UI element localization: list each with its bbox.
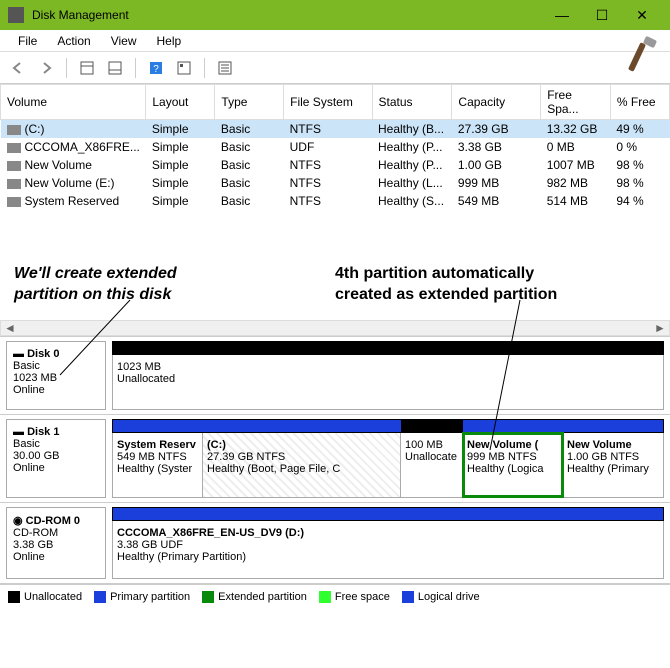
- forward-button[interactable]: [34, 56, 58, 80]
- disk-1-unallocated[interactable]: 100 MB Unallocate: [401, 433, 463, 497]
- disk-0-header[interactable]: ▬ Disk 0 Basic 1023 MB Online: [6, 341, 106, 410]
- annotation-right: 4th partition automatically created as e…: [335, 264, 557, 306]
- cdrom-volume[interactable]: CCCOMA_X86FRE_EN-US_DV9 (D:) 3.38 GB UDF…: [113, 521, 663, 578]
- volume-icon: [7, 179, 21, 189]
- menu-view[interactable]: View: [101, 32, 147, 50]
- disk-1-c-drive[interactable]: (C:) 27.39 GB NTFS Healthy (Boot, Page F…: [203, 433, 401, 497]
- view-top-button[interactable]: [75, 56, 99, 80]
- disk-1-new-volume[interactable]: New Volume 1.00 GB NTFS Healthy (Primary: [563, 433, 663, 497]
- volume-icon: [7, 197, 21, 207]
- disk-0-unallocated[interactable]: 1023 MB Unallocated: [113, 355, 663, 409]
- legend-extended-swatch: [202, 591, 214, 603]
- view-bottom-button[interactable]: [103, 56, 127, 80]
- scroll-left-icon[interactable]: ◄: [3, 321, 17, 335]
- col-status[interactable]: Status: [372, 85, 452, 120]
- app-icon: [8, 7, 24, 23]
- col-pct[interactable]: % Free: [610, 85, 669, 120]
- menubar: File Action View Help: [0, 30, 670, 52]
- table-row[interactable]: System ReservedSimpleBasicNTFSHealthy (S…: [1, 192, 670, 210]
- disk-1-header[interactable]: ▬ Disk 1 Basic 30.00 GB Online: [6, 419, 106, 498]
- cdrom-header[interactable]: ◉ CD-ROM 0 CD-ROM 3.38 GB Online: [6, 507, 106, 579]
- legend-free-swatch: [319, 591, 331, 603]
- back-button[interactable]: [6, 56, 30, 80]
- annotation-area: We'll create extended partition on this …: [0, 210, 670, 320]
- volume-table[interactable]: Volume Layout Type File System Status Ca…: [0, 84, 670, 210]
- table-header-row[interactable]: Volume Layout Type File System Status Ca…: [1, 85, 670, 120]
- volume-icon: [7, 125, 21, 135]
- minimize-button[interactable]: —: [542, 0, 582, 30]
- toolbar: ?: [0, 52, 670, 84]
- list-button[interactable]: [213, 56, 237, 80]
- disk-1-new-volume-e[interactable]: New Volume ( 999 MB NTFS Healthy (Logica: [463, 433, 563, 497]
- table-row[interactable]: (C:)SimpleBasicNTFSHealthy (B...27.39 GB…: [1, 120, 670, 139]
- titlebar: Disk Management — ☐ ✕: [0, 0, 670, 30]
- volume-icon: [7, 143, 21, 153]
- volume-icon: [7, 161, 21, 171]
- disk-1-pane[interactable]: ▬ Disk 1 Basic 30.00 GB Online System Re…: [0, 414, 670, 502]
- window-title: Disk Management: [32, 8, 542, 22]
- col-free[interactable]: Free Spa...: [541, 85, 611, 120]
- disk-icon: ▬: [13, 348, 27, 360]
- cdrom-icon: ◉: [13, 515, 26, 527]
- disk-0-pane[interactable]: ▬ Disk 0 Basic 1023 MB Online 1023 MB Un…: [0, 336, 670, 414]
- annotation-left: We'll create extended partition on this …: [14, 264, 177, 306]
- scroll-right-icon[interactable]: ►: [653, 321, 667, 335]
- h-scrollbar[interactable]: ◄ ►: [0, 320, 670, 336]
- menu-help[interactable]: Help: [147, 32, 192, 50]
- legend-primary-swatch: [94, 591, 106, 603]
- hammer-icon: [614, 34, 662, 82]
- cdrom-pane[interactable]: ◉ CD-ROM 0 CD-ROM 3.38 GB Online CCCOMA_…: [0, 502, 670, 584]
- table-row[interactable]: CCCOMA_X86FRE...SimpleBasicUDFHealthy (P…: [1, 138, 670, 156]
- col-capacity[interactable]: Capacity: [452, 85, 541, 120]
- maximize-button[interactable]: ☐: [582, 0, 622, 30]
- disk-icon: ▬: [13, 426, 27, 438]
- menu-action[interactable]: Action: [47, 32, 100, 50]
- col-fs[interactable]: File System: [284, 85, 372, 120]
- legend-unallocated-swatch: [8, 591, 20, 603]
- col-type[interactable]: Type: [215, 85, 284, 120]
- legend: Unallocated Primary partition Extended p…: [0, 584, 670, 609]
- table-row[interactable]: New VolumeSimpleBasicNTFSHealthy (P...1.…: [1, 156, 670, 174]
- col-volume[interactable]: Volume: [1, 85, 146, 120]
- close-button[interactable]: ✕: [622, 0, 662, 30]
- col-layout[interactable]: Layout: [146, 85, 215, 120]
- disk-1-system-reserved[interactable]: System Reserv 549 MB NTFS Healthy (Syste…: [113, 433, 203, 497]
- menu-file[interactable]: File: [8, 32, 47, 50]
- settings-button[interactable]: [172, 56, 196, 80]
- table-row[interactable]: New Volume (E:)SimpleBasicNTFSHealthy (L…: [1, 174, 670, 192]
- svg-text:?: ?: [153, 64, 159, 75]
- help-button[interactable]: ?: [144, 56, 168, 80]
- legend-logical-swatch: [402, 591, 414, 603]
